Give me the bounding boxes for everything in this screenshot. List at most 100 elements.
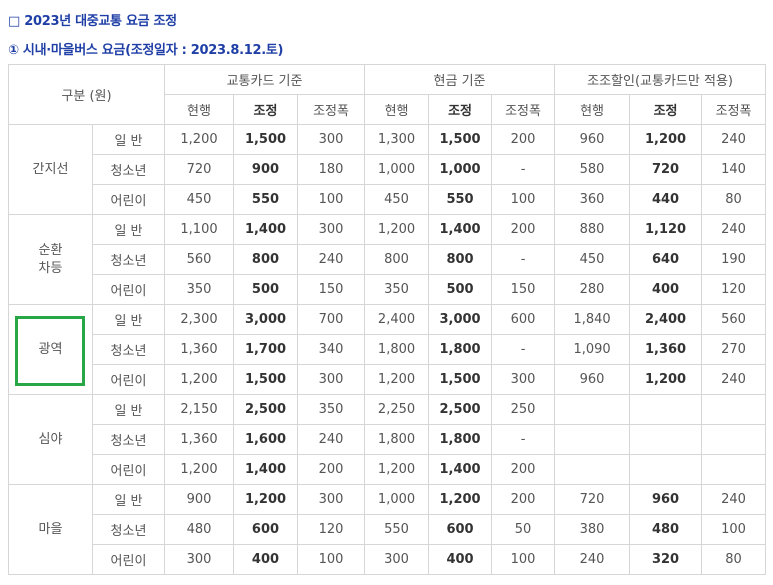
fare-cell: 1,200 [164, 124, 234, 155]
section-label-text: 간지선 [32, 161, 69, 177]
fare-cell: 1,100 [164, 214, 234, 245]
fare-cell: 1,800 [428, 424, 493, 455]
fare-cell: 240 [296, 424, 366, 455]
fare-cell: 1,200 [233, 484, 298, 515]
passenger-type: 일 반 [92, 214, 165, 245]
fare-cell: 280 [554, 274, 631, 305]
table-row: 어린이 300 400 100 300 400 100 240 320 80 [9, 544, 767, 575]
fare-cell: 450 [164, 184, 234, 215]
fare-cell: 1,400 [233, 454, 298, 485]
subcol-header: 조정 [629, 94, 703, 125]
fare-cell: 1,800 [364, 424, 430, 455]
fare-cell: 2,500 [233, 394, 298, 425]
fare-cell: 1,200 [629, 124, 703, 155]
corner-header: 구분 (원) [8, 64, 165, 125]
fare-cell: 240 [701, 484, 767, 515]
table-row: 간지선 일 반 1,200 1,500 300 1,300 1,500 200 960 1,200… [8, 124, 767, 215]
fare-cell: 1,400 [233, 214, 298, 245]
fare-cell: 240 [296, 244, 366, 275]
fare-cell: 600 [233, 514, 298, 545]
fare-cell: 580 [554, 154, 631, 185]
section-label: 순환 차등 [8, 214, 93, 305]
table-row: 광역 일 반 2,300 3,000 700 2,400 3,000 600 1,840 2,40… [8, 304, 767, 395]
section-label: 마을 [8, 484, 93, 575]
fare-cell: 450 [554, 244, 631, 275]
fare-cell: 720 [164, 154, 234, 185]
subcol-header: 조정 [233, 94, 298, 125]
fare-cell: 400 [629, 274, 703, 305]
section-label-text: 광역 [38, 341, 63, 357]
fare-cell: 300 [491, 364, 556, 395]
fare-cell: 1,200 [364, 214, 430, 245]
subcol-header: 현행 [554, 94, 631, 125]
table-row: 청소년 1,360 1,700 340 1,800 1,800-1,090 1,360 270 [9, 334, 767, 365]
fare-cell: 1,090 [554, 334, 631, 365]
fare-cell: 180 [296, 154, 366, 185]
passenger-type: 어린이 [92, 274, 165, 305]
group-header-card: 교통카드 기준 [163, 64, 366, 95]
fare-cell [701, 424, 767, 455]
group-header-early: 조조할인(교통카드만 적용) [554, 64, 767, 95]
fare-cell: 400 [233, 544, 298, 575]
fare-cell [629, 454, 703, 485]
fare-cell: 1,000 [364, 484, 430, 515]
fare-cell: 240 [701, 214, 767, 245]
fare-cell: 1,200 [164, 454, 234, 485]
fare-cell [554, 394, 631, 425]
fare-cell: 720 [554, 484, 631, 515]
section-label: 심야 [8, 394, 93, 485]
fare-cell: 200 [491, 124, 556, 155]
fare-cell: 400 [428, 544, 493, 575]
fare-cell: 150 [491, 274, 556, 305]
passenger-type: 일 반 [92, 304, 165, 335]
fare-cell: 250 [491, 394, 556, 425]
fare-cell: 1,000 [428, 154, 493, 185]
fare-cell: 2,300 [164, 304, 234, 335]
fare-cell: 100 [296, 544, 366, 575]
fare-cell: 1,360 [164, 424, 234, 455]
section-label: 간지선 [8, 124, 93, 215]
fare-cell: 50 [491, 514, 556, 545]
fare-cell: 1,200 [164, 364, 234, 395]
passenger-type: 일 반 [92, 394, 165, 425]
fare-cell: 140 [701, 154, 767, 185]
group-header-cash: 현금 기준 [364, 64, 556, 95]
fare-cell [629, 424, 703, 455]
passenger-type: 청소년 [92, 244, 165, 275]
fare-cell: 560 [701, 304, 767, 335]
fare-cell: 2,250 [364, 394, 430, 425]
fare-cell: 200 [296, 454, 366, 485]
fare-cell: 1,600 [233, 424, 298, 455]
page-heading: □ 2023년 대중교통 요금 조정 [8, 14, 177, 29]
fare-cell: 600 [491, 304, 556, 335]
fare-cell: 350 [164, 274, 234, 305]
fare-cell: 1,400 [428, 214, 493, 245]
table-row: 마을 일 반 900 1,200 300 1,000 1,200 200 720 960 240 [8, 484, 767, 575]
fare-cell: 200 [491, 484, 556, 515]
section-label-text: 순환 차등 [38, 242, 63, 276]
fare-cell [701, 454, 767, 485]
fare-cell: 2,150 [164, 394, 234, 425]
fare-cell: 500 [233, 274, 298, 305]
fare-cell: 1,360 [629, 334, 703, 365]
fare-cell: 1,840 [554, 304, 631, 335]
fare-cell: 600 [428, 514, 493, 545]
passenger-type: 어린이 [92, 454, 165, 485]
fare-cell: 550 [428, 184, 493, 215]
fare-cell: 500 [428, 274, 493, 305]
fare-cell: 900 [164, 484, 234, 515]
fare-cell: 350 [296, 394, 366, 425]
fare-cell: 300 [164, 544, 234, 575]
fare-cell: - [491, 334, 556, 365]
fare-cell: 1,120 [629, 214, 703, 245]
fare-cell: 2,400 [629, 304, 703, 335]
fare-cell: 1,700 [233, 334, 298, 365]
passenger-type: 어린이 [92, 364, 165, 395]
fare-cell: 120 [701, 274, 767, 305]
fare-cell: 380 [554, 514, 631, 545]
fare-cell: 800 [428, 244, 493, 275]
table-row: 청소년 480 600 120 550 600 50 380 480 100 [9, 514, 767, 545]
table-row: 어린이 1,200 1,400 200 1,200 1,400 200 [9, 454, 767, 485]
fare-cell: 560 [164, 244, 234, 275]
passenger-type: 청소년 [92, 154, 165, 185]
